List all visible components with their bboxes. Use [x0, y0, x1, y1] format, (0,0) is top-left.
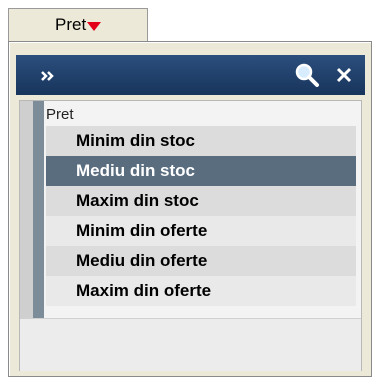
column-header-label: Pret — [55, 15, 87, 34]
popup-toolbar — [16, 55, 365, 95]
list-item[interactable]: Maxim din oferte — [46, 276, 356, 306]
close-icon[interactable] — [335, 66, 353, 84]
sort-dropdown-icon[interactable] — [87, 21, 102, 31]
price-dropdown-popup: Pret Minim din stoc Mediu din stoc Maxim d… — [8, 41, 372, 377]
list-item[interactable]: Minim din oferte — [46, 216, 356, 246]
list-item[interactable]: Mediu din stoc — [46, 156, 356, 186]
list-empty-area — [20, 318, 361, 371]
price-column-header[interactable]: Pret — [8, 8, 148, 41]
list-group-header: Pret — [46, 106, 74, 123]
list-item[interactable]: Maxim din stoc — [46, 186, 356, 216]
double-chevron-right-icon[interactable] — [40, 69, 56, 81]
search-icon[interactable] — [294, 62, 320, 88]
list-item[interactable]: Minim din stoc — [46, 126, 356, 156]
list-items: Minim din stoc Mediu din stoc Maxim din st… — [46, 126, 356, 306]
price-options-list: Pret Minim din stoc Mediu din stoc Maxim d… — [19, 100, 362, 371]
list-left-bar — [20, 101, 44, 318]
list-item[interactable]: Mediu din oferte — [46, 246, 356, 276]
